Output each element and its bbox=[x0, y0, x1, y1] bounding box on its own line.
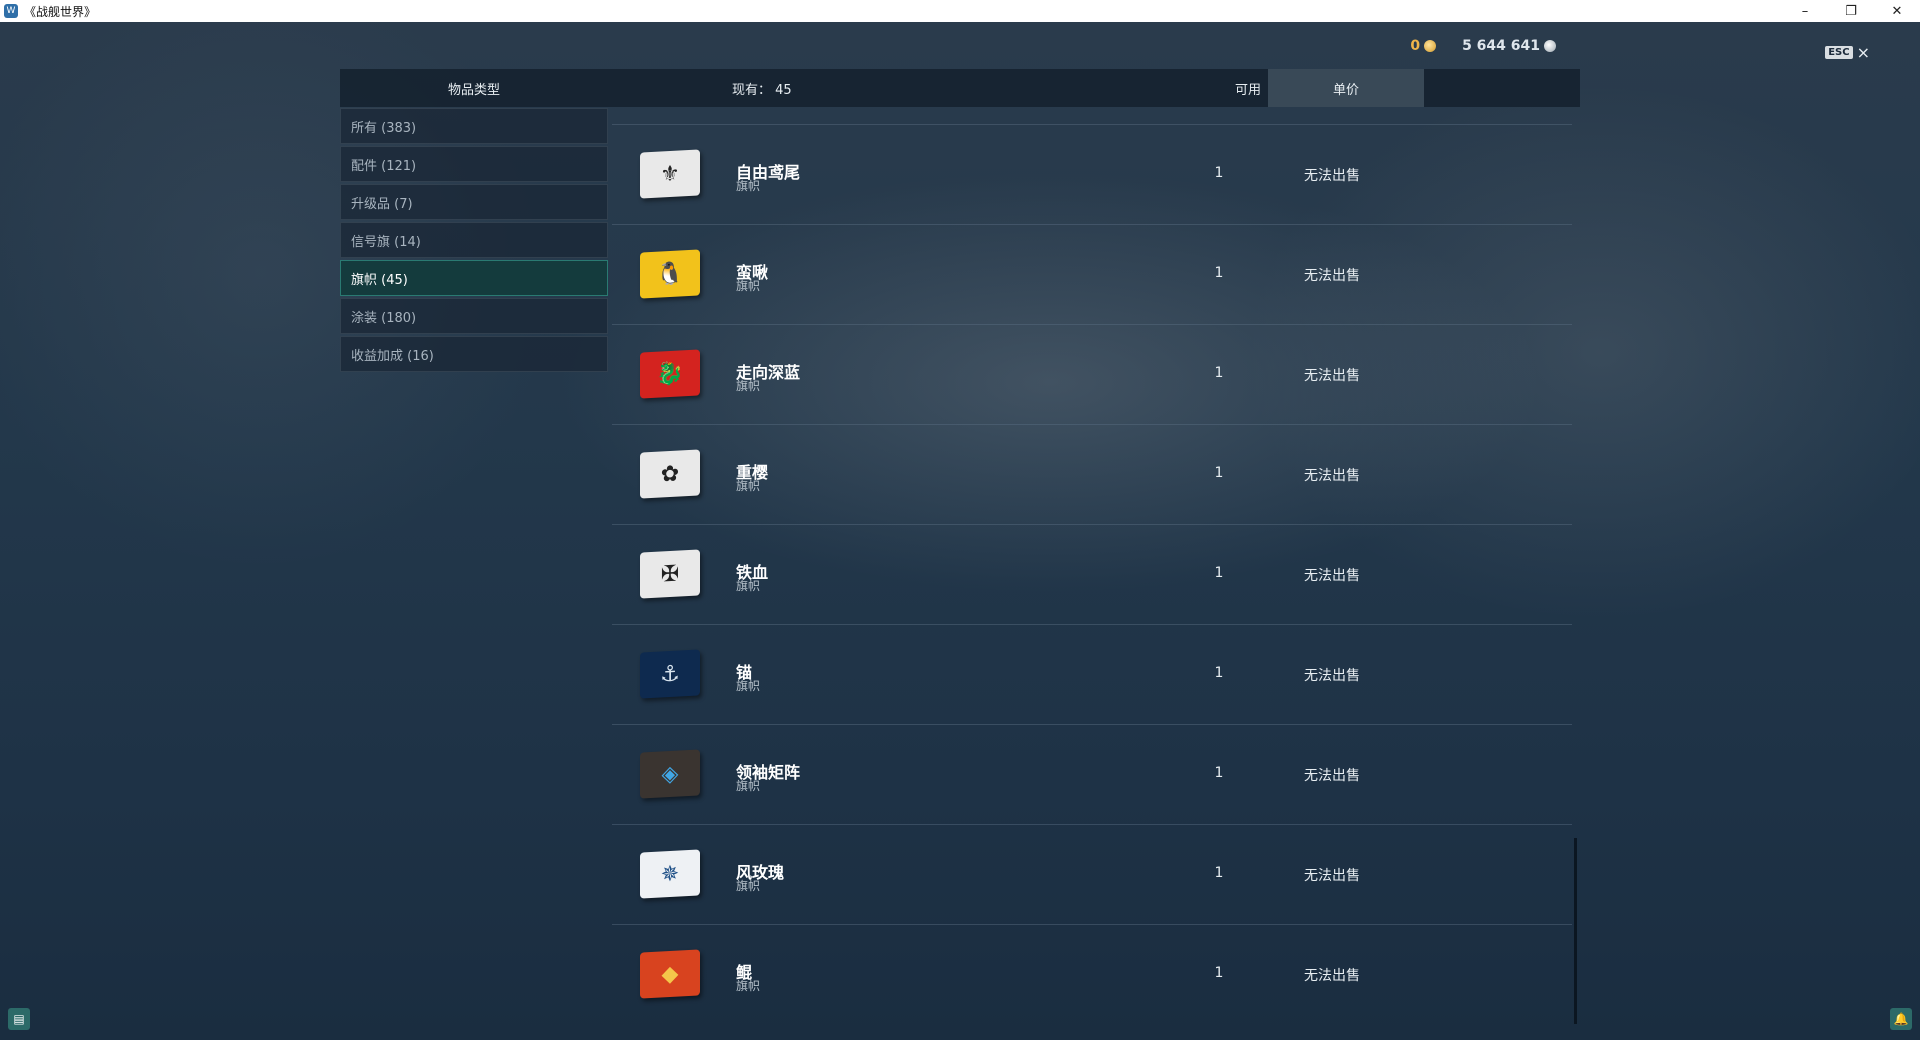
table-header: 物品类型 现有： 45 可用 单价 bbox=[340, 69, 1580, 107]
notifications-button[interactable]: 🔔 bbox=[1890, 1008, 1912, 1030]
kun-flag-icon: ◆ bbox=[640, 949, 700, 999]
header-item-type: 物品类型 bbox=[447, 82, 500, 98]
item-type: 旗帜 bbox=[736, 379, 761, 393]
penguin-flag-icon: 🐧 bbox=[640, 249, 700, 299]
item-price: 无法出售 bbox=[1304, 368, 1360, 384]
item-price: 无法出售 bbox=[1304, 768, 1360, 784]
sidebar-item[interactable]: 配件 (121) bbox=[340, 146, 608, 182]
item-type: 旗帜 bbox=[736, 979, 761, 993]
window-titlebar: W 《战舰世界》 – ❐ ✕ bbox=[0, 0, 1920, 22]
fleur-de-lis-flag-icon: ⚜ bbox=[640, 149, 700, 199]
compass-rose-flag-icon: ✵ bbox=[640, 849, 700, 899]
list-item[interactable]: ◈ 领袖矩阵 旗帜 1 无法出售 bbox=[612, 724, 1572, 824]
list-item[interactable]: ✿ 重樱 旗帜 1 无法出售 bbox=[612, 424, 1572, 524]
sakura-flag-icon: ✿ bbox=[640, 449, 700, 499]
item-list: ⚜ 自由鸢尾 旗帜 1 无法出售 🐧 蛮啾 旗帜 1 无法出售 🐉 走向深蓝 旗帜 1 无法出售 ✿ 重樱 旗帜 1… bbox=[612, 124, 1572, 1024]
sidebar-item[interactable]: 所有 (383) bbox=[340, 108, 608, 144]
item-available-count: 1 bbox=[1214, 665, 1224, 681]
item-type: 旗帜 bbox=[736, 479, 761, 493]
item-available-count: 1 bbox=[1214, 465, 1224, 481]
scrollbar[interactable] bbox=[1574, 838, 1577, 1024]
item-price: 无法出售 bbox=[1304, 968, 1360, 984]
category-sidebar: 所有 (383) 配件 (121) 升级品 (7) 信号旗 (14) 旗帜 (45) 涂装… bbox=[340, 108, 608, 374]
item-price: 无法出售 bbox=[1304, 468, 1360, 484]
esc-key-icon: ESC bbox=[1825, 46, 1853, 59]
list-item[interactable]: ✵ 风玫瑰 旗帜 1 无法出售 bbox=[612, 824, 1572, 924]
sidebar-item[interactable]: 升级品 (7) bbox=[340, 184, 608, 220]
bell-icon: 🔔 bbox=[1893, 1012, 1909, 1026]
list-item[interactable]: ✠ 铁血 旗帜 1 无法出售 bbox=[612, 524, 1572, 624]
sidebar-item[interactable]: 收益加成 (16) bbox=[340, 336, 608, 372]
header-unit-price[interactable]: 单价 bbox=[1268, 69, 1424, 107]
list-item[interactable]: ⚓ 锚旗帜 1 无法出售 bbox=[612, 624, 1572, 724]
sidebar-item[interactable]: 涂装 (180) bbox=[340, 298, 608, 334]
iron-cross-flag-icon: ✠ bbox=[640, 549, 700, 599]
item-available-count: 1 bbox=[1214, 165, 1224, 181]
item-price: 无法出售 bbox=[1304, 568, 1360, 584]
window-title: 《战舰世界》 bbox=[24, 4, 97, 19]
item-price: 无法出售 bbox=[1304, 168, 1360, 184]
item-type: 旗帜 bbox=[736, 179, 761, 193]
item-available-count: 1 bbox=[1214, 965, 1224, 981]
matrix-flag-icon: ◈ bbox=[640, 749, 700, 799]
credits-value: 5 644 641 bbox=[1462, 38, 1540, 54]
esc-close-button[interactable]: ESC × bbox=[1825, 43, 1870, 62]
item-available-count: 1 bbox=[1214, 865, 1224, 881]
restore-button[interactable]: ❐ bbox=[1828, 0, 1874, 22]
item-available-count: 1 bbox=[1214, 265, 1224, 281]
list-item[interactable]: 🐧 蛮啾 旗帜 1 无法出售 bbox=[612, 224, 1572, 324]
item-available-count: 1 bbox=[1214, 565, 1224, 581]
list-item[interactable]: 🐉 走向深蓝 旗帜 1 无法出售 bbox=[612, 324, 1572, 424]
close-icon: × bbox=[1856, 43, 1870, 62]
list-item[interactable]: ◆ 鲲旗帜 1 无法出售 bbox=[612, 924, 1572, 1024]
credits-display: 5 644 641 bbox=[1462, 38, 1556, 54]
dragon-flag-icon: 🐉 bbox=[640, 349, 700, 399]
credit-icon bbox=[1544, 40, 1556, 52]
item-price: 无法出售 bbox=[1304, 268, 1360, 284]
item-type: 旗帜 bbox=[736, 779, 761, 793]
doubloons-value: 0 bbox=[1410, 38, 1421, 54]
close-window-button[interactable]: ✕ bbox=[1874, 0, 1920, 22]
item-type: 旗帜 bbox=[736, 279, 761, 293]
doubloon-icon bbox=[1424, 40, 1437, 52]
chat-icon: ▤ bbox=[13, 1012, 25, 1026]
crossed-anchors-flag-icon: ⚓ bbox=[640, 649, 700, 699]
currency-bar: 0 5 644 641 bbox=[1410, 38, 1556, 54]
minimize-button[interactable]: – bbox=[1782, 0, 1828, 22]
item-price: 无法出售 bbox=[1304, 868, 1360, 884]
item-type: 旗帜 bbox=[736, 579, 761, 593]
sidebar-item[interactable]: 旗帜 (45) bbox=[340, 260, 608, 296]
item-available-count: 1 bbox=[1214, 365, 1224, 381]
app-icon: W bbox=[4, 4, 18, 18]
sidebar-item[interactable]: 信号旗 (14) bbox=[340, 222, 608, 258]
list-item[interactable]: ⚜ 自由鸢尾 旗帜 1 无法出售 bbox=[612, 124, 1572, 224]
doubloons-display: 0 bbox=[1410, 38, 1437, 54]
item-available-count: 1 bbox=[1214, 765, 1224, 781]
item-type: 旗帜 bbox=[736, 679, 761, 693]
item-price: 无法出售 bbox=[1304, 668, 1360, 684]
item-type: 旗帜 bbox=[736, 879, 761, 893]
header-owned-count: 现有： 45 bbox=[732, 82, 792, 98]
chat-button[interactable]: ▤ bbox=[8, 1008, 30, 1030]
